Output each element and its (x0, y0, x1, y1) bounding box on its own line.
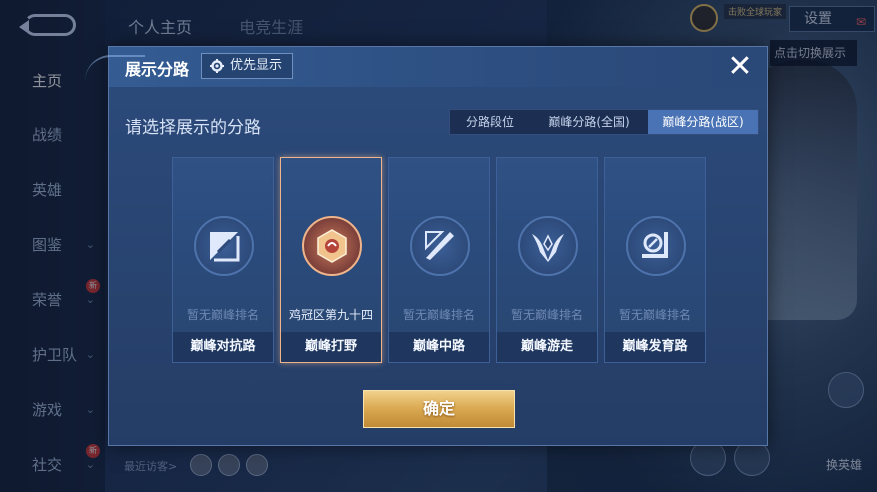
lane-rank-text: 暂无巅峰排名 (510, 308, 583, 322)
lane-card-jungle[interactable]: 鸡冠区第九十四 巅峰打野 (280, 157, 382, 363)
lane-rank-text: 暂无巅峰排名 (402, 308, 475, 322)
lane-card-mid[interactable]: 暂无巅峰排名 巅峰中路 (388, 157, 490, 363)
lane-name: 巅峰对抗路 (173, 332, 273, 362)
lane-name: 巅峰中路 (389, 332, 489, 362)
lane-card-clash[interactable]: 暂无巅峰排名 巅峰对抗路 (172, 157, 274, 363)
priority-display-button[interactable]: 优先显示 (201, 53, 293, 79)
gear-icon (210, 59, 224, 73)
mid-lane-icon (410, 216, 470, 276)
dialog-title: 展示分路 (125, 60, 190, 79)
dialog-subtitle: 请选择展示的分路 (125, 118, 261, 138)
lane-rank-text: 鸡冠区第九十四 (288, 308, 373, 322)
lane-display-dialog: 展示分路 优先显示 ✕ 请选择展示的分路 分路段位 巅峰分路(全国) 巅峰分路(… (85, 46, 768, 446)
roam-lane-icon (518, 216, 578, 276)
close-icon[interactable]: ✕ (723, 51, 757, 85)
lane-card-farm[interactable]: 暂无巅峰排名 巅峰发育路 (604, 157, 706, 363)
lane-name: 巅峰打野 (281, 332, 381, 362)
clash-lane-icon (194, 216, 254, 276)
tab-lane-rank[interactable]: 分路段位 (450, 110, 530, 134)
tab-peak-lane-national[interactable]: 巅峰分路(全国) (530, 110, 648, 134)
lane-rank-text: 暂无巅峰排名 (186, 308, 259, 322)
lane-type-tabs: 分路段位 巅峰分路(全国) 巅峰分路(战区) (449, 109, 759, 135)
confirm-button[interactable]: 确定 (363, 390, 515, 428)
lane-name: 巅峰游走 (497, 332, 597, 362)
lane-name: 巅峰发育路 (605, 332, 705, 362)
priority-display-label: 优先显示 (230, 58, 283, 73)
farm-lane-icon (626, 216, 686, 276)
tab-peak-lane-region[interactable]: 巅峰分路(战区) (648, 110, 758, 134)
lane-rank-text: 暂无巅峰排名 (618, 308, 691, 322)
dialog-header: 展示分路 优先显示 ✕ (85, 47, 767, 87)
jungle-rank-emblem-icon (302, 216, 362, 276)
lane-card-roam[interactable]: 暂无巅峰排名 巅峰游走 (496, 157, 598, 363)
